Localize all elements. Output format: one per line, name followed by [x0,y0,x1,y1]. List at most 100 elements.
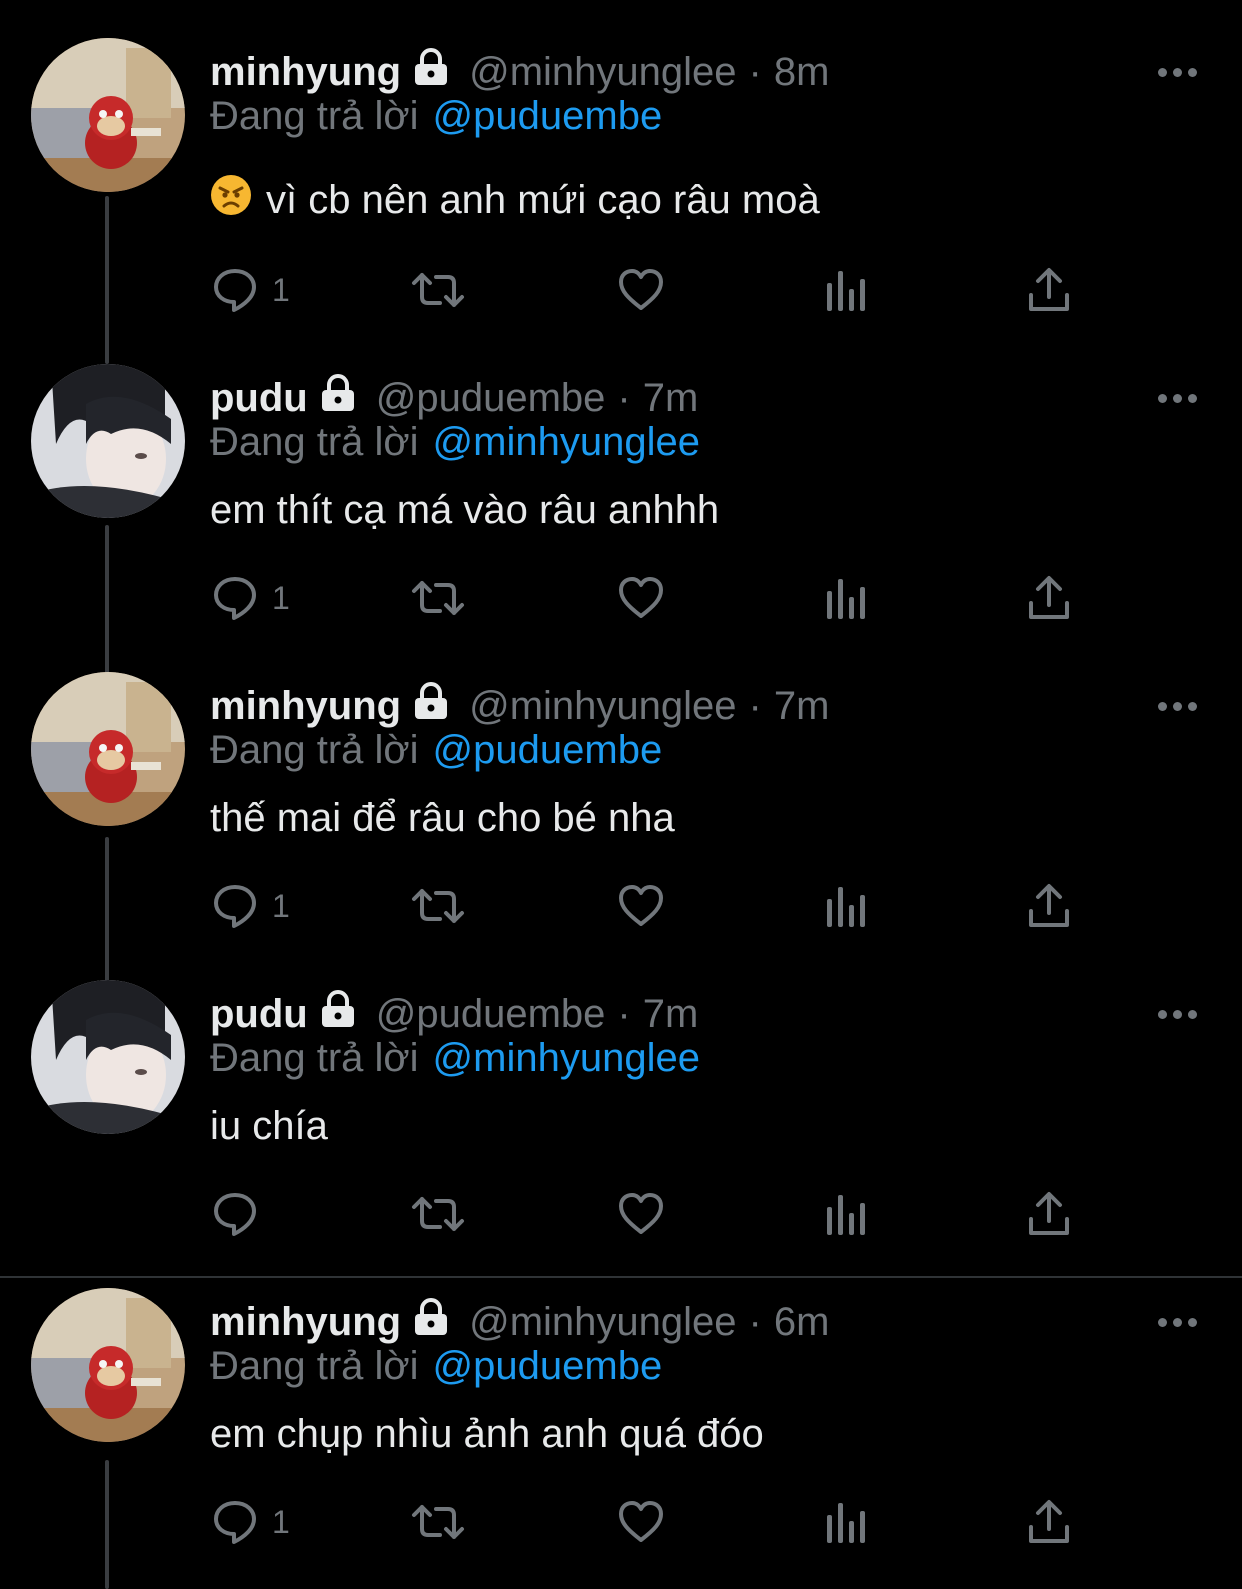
tweet-text: thế mai để râu cho bé nha [210,796,675,841]
action-bar: 1 [0,260,1242,320]
lock-icon [411,47,451,97]
tweet-time[interactable]: 7m [643,376,699,421]
tweet-text: em chụp nhìu ảnh anh quá đóo [210,1412,764,1457]
reply-button[interactable] [210,1184,272,1244]
separator-dot: · [748,683,762,728]
reply-icon [210,881,260,931]
lock-icon [318,373,358,423]
more-icon[interactable] [1158,698,1198,714]
views-button[interactable] [824,260,868,320]
retweet-button[interactable] [410,260,466,320]
tweet-header: pudu @puduembe · 7m [210,372,698,424]
replying-to-label: Đang trả lời [210,1344,419,1388]
separator-dot: · [617,991,631,1036]
avatar[interactable] [31,672,185,826]
mention-link[interactable]: @puduembe [433,728,663,772]
replying-to-label: Đang trả lời [210,420,419,464]
views-icon [824,881,868,931]
reply-icon [210,1189,260,1239]
display-name[interactable]: pudu [210,992,308,1037]
reply-button[interactable]: 1 [210,876,290,936]
views-icon [824,1189,868,1239]
like-button[interactable] [616,876,666,936]
divider [0,1276,1242,1278]
action-bar: 1 [0,1492,1242,1552]
user-handle[interactable]: @puduembe [376,992,606,1037]
views-button[interactable] [824,1184,868,1244]
retweet-icon [410,1497,466,1547]
share-icon [1026,1189,1072,1239]
mention-link[interactable]: @puduembe [433,1344,663,1388]
tweet-time[interactable]: 8m [774,50,830,95]
tweet-time[interactable]: 6m [774,1300,830,1345]
retweet-button[interactable] [410,1492,466,1552]
views-icon [824,573,868,623]
heart-icon [616,1497,666,1547]
reply-button[interactable]: 1 [210,260,290,320]
views-button[interactable] [824,876,868,936]
tweet-body: em thít cạ má vào râu anhhh [210,488,720,532]
views-button[interactable] [824,568,868,628]
display-name[interactable]: minhyung [210,50,401,95]
mention-link[interactable]: @minhyunglee [433,1036,700,1080]
action-bar: 1 [0,876,1242,936]
avatar[interactable] [31,38,185,192]
like-button[interactable] [616,260,666,320]
retweet-button[interactable] [410,568,466,628]
action-bar [0,1184,1242,1244]
user-handle[interactable]: @minhyunglee [469,684,736,729]
reply-icon [210,265,260,315]
user-handle[interactable]: @minhyunglee [469,1300,736,1345]
avatar[interactable] [31,1288,185,1442]
separator-dot: · [748,1299,762,1344]
more-icon[interactable] [1158,390,1198,406]
tweet-time[interactable]: 7m [774,684,830,729]
user-handle[interactable]: @puduembe [376,376,606,421]
views-button[interactable] [824,1492,868,1552]
replying-to-label: Đang trả lời [210,728,419,772]
share-icon [1026,265,1072,315]
reply-button[interactable]: 1 [210,568,290,628]
separator-dot: · [617,375,631,420]
replying-to: Đang trả lời @puduembe [210,1344,662,1389]
like-button[interactable] [616,568,666,628]
share-button[interactable] [1026,568,1072,628]
reply-icon [210,1497,260,1547]
replying-to: Đang trả lời @minhyunglee [210,1036,700,1081]
reply-button[interactable]: 1 [210,1492,290,1552]
share-button[interactable] [1026,1184,1072,1244]
more-icon[interactable] [1158,1006,1198,1022]
reply-count: 1 [272,887,290,924]
retweet-button[interactable] [410,1184,466,1244]
reply-icon [210,573,260,623]
lock-icon [411,681,451,731]
retweet-button[interactable] [410,876,466,936]
tweet-body: vì cb nên anh mứi cạo râu moà [266,177,820,222]
like-button[interactable] [616,1492,666,1552]
reply-count: 1 [272,579,290,616]
more-icon[interactable] [1158,64,1198,80]
tweet-time[interactable]: 7m [643,992,699,1037]
reply-count: 1 [272,1503,290,1540]
display-name[interactable]: minhyung [210,684,401,729]
share-button[interactable] [1026,1492,1072,1552]
like-button[interactable] [616,1184,666,1244]
share-icon [1026,573,1072,623]
tweet-body: thế mai để râu cho bé nha [210,796,675,840]
user-handle[interactable]: @minhyunglee [469,50,736,95]
mention-link[interactable]: @puduembe [433,94,663,138]
replying-to-label: Đang trả lời [210,1036,419,1080]
share-button[interactable] [1026,876,1072,936]
avatar[interactable] [31,980,185,1134]
display-name[interactable]: pudu [210,376,308,421]
tweet-text: em thít cạ má vào râu anhhh [210,488,719,533]
reply-count: 1 [272,271,290,308]
mention-link[interactable]: @minhyunglee [433,420,700,464]
share-button[interactable] [1026,260,1072,320]
more-icon[interactable] [1158,1314,1198,1330]
display-name[interactable]: minhyung [210,1300,401,1345]
retweet-icon [410,1189,466,1239]
action-bar: 1 [0,568,1242,628]
tweet-header: minhyung @minhyunglee · 6m [210,1296,829,1348]
avatar[interactable] [31,364,185,518]
